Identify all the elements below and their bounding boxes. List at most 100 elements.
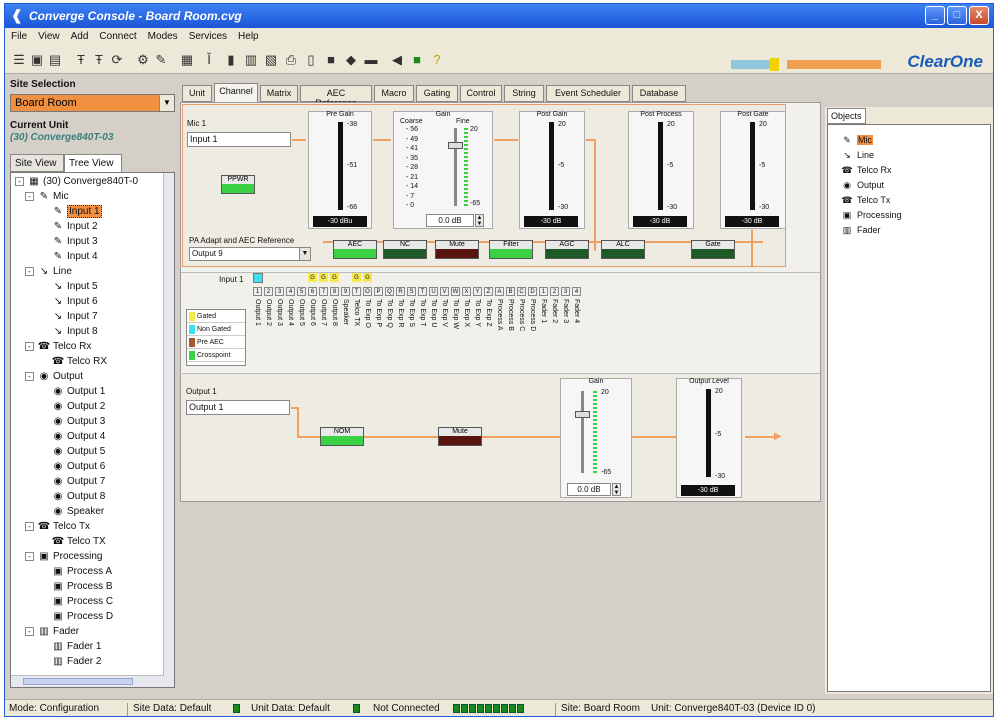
tree-item-input-4[interactable]: ✎ Input 4	[51, 250, 98, 265]
output-gain-spinner[interactable]: ▲ ▼	[612, 483, 621, 496]
maximize-button[interactable]: □	[947, 6, 967, 25]
tab-database[interactable]: Database	[632, 85, 686, 102]
matrix-row-indicator[interactable]	[253, 273, 263, 283]
tree-group-line[interactable]: - ↘ Line	[25, 265, 72, 280]
tree-item-fader-1[interactable]: ▥ Fader 1	[51, 640, 101, 655]
tree-group-fader[interactable]: - ▥ Fader	[25, 625, 79, 640]
tree-item-output-5[interactable]: ◉ Output 5	[51, 445, 106, 460]
matrix-cell[interactable]: T	[418, 287, 427, 296]
matrix-cell[interactable]: 3	[561, 287, 570, 296]
list-icon[interactable]: ☰	[11, 52, 27, 68]
tree-group-telco-tx[interactable]: - ☎ Telco Tx	[25, 520, 90, 535]
monitor-icon[interactable]: ■	[323, 52, 339, 68]
device-icon[interactable]: ▦	[179, 52, 195, 68]
matrix-cell[interactable]: 8	[330, 287, 339, 296]
tree-item-output-1[interactable]: ◉ Output 1	[51, 385, 106, 400]
tab-control[interactable]: Control	[460, 85, 502, 102]
matrix-cell[interactable]: S	[407, 287, 416, 296]
status-light-icon[interactable]: ■	[409, 52, 425, 68]
object-mic[interactable]: ✎ Mic	[840, 133, 873, 148]
tree-item-input-6[interactable]: ↘ Input 6	[51, 295, 98, 310]
matrix-cell[interactable]: A	[495, 287, 504, 296]
phantom-power-button[interactable]: PPWR	[221, 175, 255, 194]
tree-item-process-a[interactable]: ▣ Process A	[51, 565, 112, 580]
tab-channel[interactable]: Channel	[214, 83, 258, 102]
tools-icon[interactable]: ✎	[153, 52, 169, 68]
tree-root[interactable]: - ▦ (30) Converge840T-0	[15, 175, 138, 190]
matrix-cell[interactable]: 3	[275, 287, 284, 296]
menu-modes[interactable]: Modes	[142, 28, 183, 42]
matrix-cell[interactable]: 4	[572, 287, 581, 296]
close-button[interactable]: X	[969, 6, 989, 25]
gain-value-input[interactable]: 0.0 dB	[426, 214, 474, 227]
tab-aec-reference[interactable]: AEC Reference	[300, 85, 372, 108]
filter-button[interactable]: Filter	[489, 240, 533, 259]
tab-site-view[interactable]: Site View	[10, 154, 64, 172]
matrix-cell[interactable]: 1	[539, 287, 548, 296]
tree-item-output-2[interactable]: ◉ Output 2	[51, 400, 106, 415]
connect-icon[interactable]: Ŧ	[73, 52, 89, 68]
grid-icon[interactable]: ▮	[223, 52, 239, 68]
settings-icon[interactable]: ⚙	[135, 52, 151, 68]
object-line[interactable]: ↘ Line	[840, 148, 874, 163]
tree-item-input-2[interactable]: ✎ Input 2	[51, 220, 98, 235]
tree-group-telco-rx[interactable]: - ☎ Telco Rx	[25, 340, 91, 355]
object-telco-tx[interactable]: ☎ Telco Tx	[840, 193, 890, 208]
alc-button[interactable]: ALC	[601, 240, 645, 259]
output-gain-value-input[interactable]: 0.0 dB	[567, 483, 611, 496]
fine-slider-thumb[interactable]	[448, 142, 463, 149]
matrix-cell[interactable]: P	[374, 287, 383, 296]
tab-string[interactable]: String	[504, 85, 544, 102]
speaker-icon[interactable]: ◀	[389, 52, 405, 68]
matrix-cell[interactable]: Q	[385, 287, 394, 296]
object-output[interactable]: ◉ Output	[840, 178, 884, 193]
tree-item-input-1[interactable]: ✎ Input 1	[51, 205, 102, 220]
pen-icon[interactable]: Ǐ	[201, 52, 217, 68]
menu-services[interactable]: Services	[183, 28, 232, 42]
object-processing[interactable]: ▣ Processing	[840, 208, 902, 223]
mute-button[interactable]: Mute	[435, 240, 479, 259]
menu-add[interactable]: Add	[65, 28, 94, 42]
print-icon[interactable]: ⎙	[283, 52, 299, 68]
tree-group-processing[interactable]: - ▣ Processing	[25, 550, 102, 565]
scrollbar-thumb[interactable]	[23, 678, 133, 685]
matrix-cell[interactable]: 7	[319, 287, 328, 296]
minimize-button[interactable]: _	[925, 6, 945, 25]
menu-connect[interactable]: Connect	[93, 28, 141, 42]
tree-item-output-8[interactable]: ◉ Output 8	[51, 490, 106, 505]
tab-unit[interactable]: Unit	[182, 85, 212, 102]
matrix-cell[interactable]: T	[352, 287, 361, 296]
output-gain-slider-thumb[interactable]	[575, 411, 590, 418]
matrix-cell[interactable]: 6	[308, 287, 317, 296]
object-telco-rx[interactable]: ☎ Telco Rx	[840, 163, 891, 178]
tree-item-output-4[interactable]: ◉ Output 4	[51, 430, 106, 445]
matrix-cell[interactable]: 4	[286, 287, 295, 296]
tab-matrix[interactable]: Matrix	[260, 85, 298, 102]
nom-button[interactable]: NOM	[320, 427, 364, 446]
tab-gating[interactable]: Gating	[416, 85, 458, 102]
matrix-cell[interactable]: U	[429, 287, 438, 296]
matrix-cell[interactable]: 2	[264, 287, 273, 296]
tree-item-output-6[interactable]: ◉ Output 6	[51, 460, 106, 475]
matrix-cell[interactable]: C	[517, 287, 526, 296]
matrix-cell[interactable]: B	[506, 287, 515, 296]
tree-item-fader-2[interactable]: ▥ Fader 2	[51, 655, 101, 670]
mic-name-input[interactable]: Input 1	[187, 132, 291, 147]
disconnect-icon[interactable]: Ŧ	[91, 52, 107, 68]
tree-item-output-3[interactable]: ◉ Output 3	[51, 415, 106, 430]
refresh-icon[interactable]: ⟳	[109, 52, 125, 68]
matrix-cell[interactable]: Y	[473, 287, 482, 296]
tree-item-output-7[interactable]: ◉ Output 7	[51, 475, 106, 490]
chevron-down-icon[interactable]: ▼	[299, 248, 310, 260]
menu-help[interactable]: Help	[232, 28, 264, 42]
menu-view[interactable]: View	[32, 28, 65, 42]
save-icon[interactable]: ▤	[47, 52, 63, 68]
tree-item-input-7[interactable]: ↘ Input 7	[51, 310, 98, 325]
aec-button[interactable]: AEC	[333, 240, 377, 259]
tree-group-output[interactable]: - ◉ Output	[25, 370, 83, 385]
matrix-cell[interactable]: Z	[484, 287, 493, 296]
agc-button[interactable]: AGC	[545, 240, 589, 259]
tree-horizontal-scrollbar[interactable]	[11, 675, 164, 687]
tab-event-scheduler[interactable]: Event Scheduler	[546, 85, 630, 102]
tree-item-input-5[interactable]: ↘ Input 5	[51, 280, 98, 295]
